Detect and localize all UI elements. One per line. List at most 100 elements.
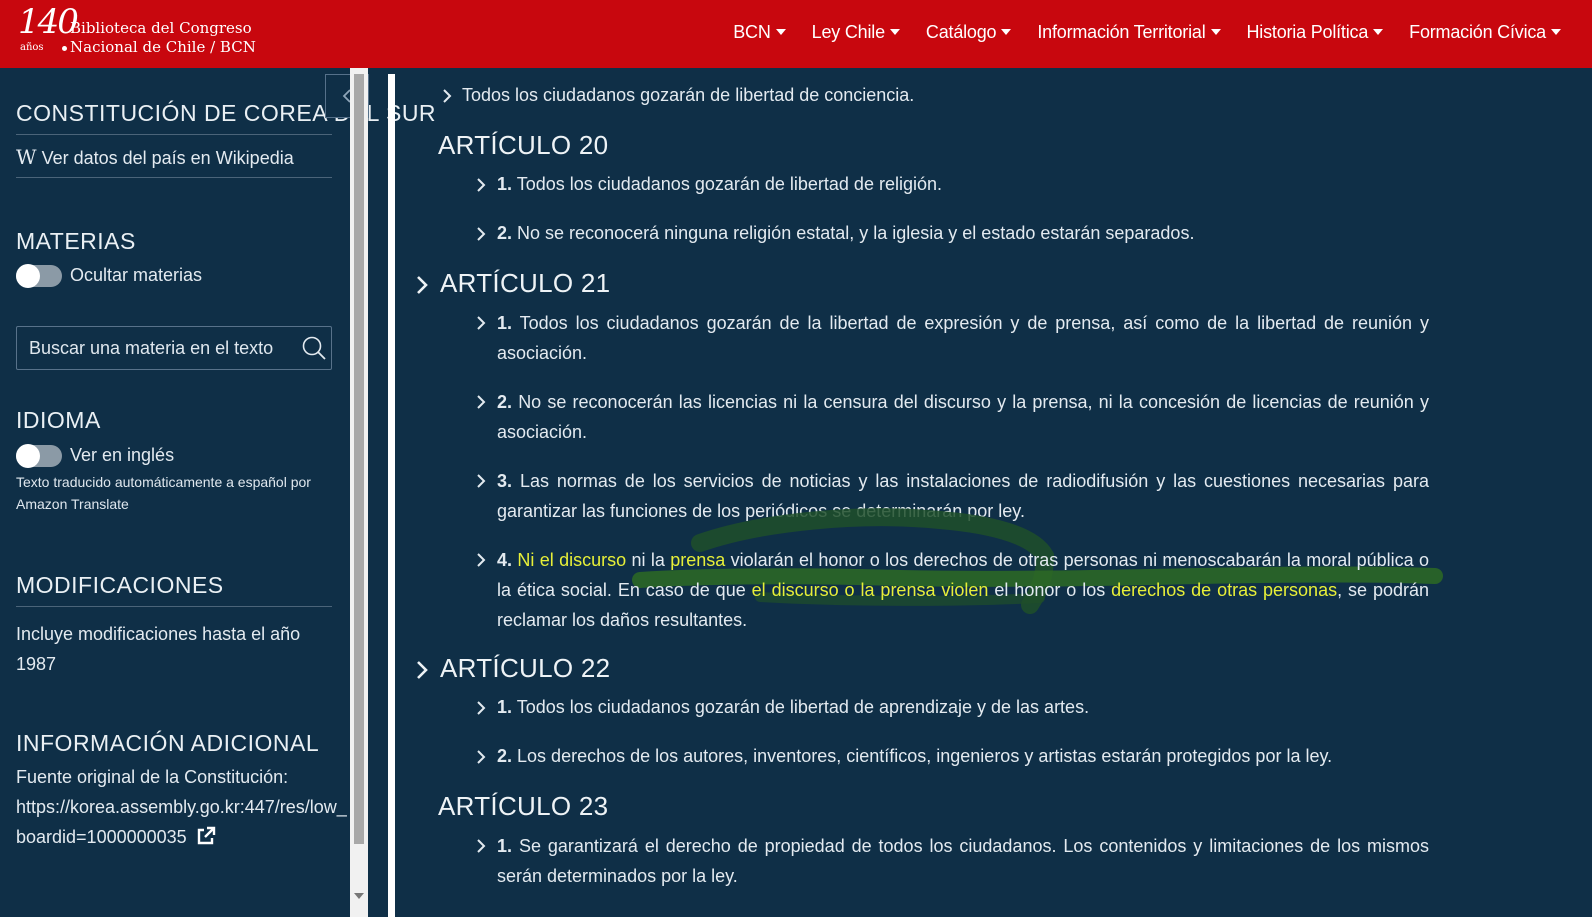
chevron-right-icon[interactable] (474, 553, 488, 567)
article-23-title: ARTÍCULO 23 (438, 791, 609, 821)
highlighted-text: derechos de otras personas (1111, 580, 1338, 600)
item-text: Todos los ciudadanos gozarán de libertad… (516, 697, 1090, 717)
item-text: Los derechos de los autores, inventores,… (517, 746, 1333, 766)
wikipedia-link[interactable]: W Ver datos del país en Wikipedia (16, 145, 294, 169)
article-21-item-1: 1. Todos los ciudadanos gozarán de la li… (497, 308, 1429, 368)
article-20-title: ARTÍCULO 20 (438, 130, 609, 160)
info-source-url[interactable]: https://korea.assembly.go.kr:447/res/low… (16, 797, 348, 818)
article-21-item-2: 2. No se reconocerán las licencias ni la… (497, 387, 1429, 447)
article-21-title[interactable]: ARTÍCULO 21 (440, 268, 610, 299)
nav-formacion-civica[interactable]: Formación Cívica (1396, 22, 1574, 43)
item-text: No se reconocerá ninguna religión estata… (517, 223, 1195, 243)
modificaciones-year: 1987 (16, 654, 57, 674)
scroll-down-arrow-icon[interactable] (354, 893, 364, 899)
chevron-right-icon[interactable] (474, 701, 488, 715)
logo-number: 140 (18, 2, 79, 42)
item-text: el honor o los (988, 580, 1112, 600)
item-text: Se garantizará el derecho de propiedad d… (497, 836, 1429, 886)
item-number: 2. (497, 392, 513, 412)
caret-down-icon (1373, 29, 1384, 35)
article-21-item-4: 4. Ni el discurso ni la prensa violarán … (497, 545, 1429, 635)
nav-label: BCN (733, 21, 771, 42)
chevron-right-icon[interactable] (474, 227, 488, 241)
nav-label: Catálogo (925, 21, 997, 42)
item-number: 1. (497, 836, 513, 856)
logo-line-1: Biblioteca del Congreso (70, 19, 252, 37)
item-text: ni la (626, 550, 671, 570)
highlighted-text: el discurso o la prensa violen (751, 580, 989, 600)
sidebar (0, 68, 350, 917)
chevron-right-icon[interactable] (414, 275, 430, 295)
external-link-icon (197, 826, 215, 845)
idioma-toggle-label: Ver en inglés (70, 445, 175, 465)
scrollbar-thumb[interactable] (354, 74, 364, 844)
divider (16, 606, 332, 607)
search-icon[interactable] (301, 335, 327, 361)
nav-label: Información Territorial (1037, 21, 1206, 42)
materia-search-input[interactable] (17, 327, 287, 369)
item-number: 1. (497, 697, 513, 717)
info-source-label: Fuente original de la Constitución: (16, 767, 289, 787)
sidebar-scrollbar[interactable] (350, 68, 368, 917)
article-20-item-2: 2. No se reconocerá ninguna religión est… (497, 218, 1194, 248)
item-text: No se reconocerán las licencias ni la ce… (497, 392, 1429, 442)
nav-label: Ley Chile (811, 21, 885, 42)
idioma-toggle[interactable] (16, 444, 62, 468)
chevron-right-icon[interactable] (414, 660, 430, 680)
chevron-right-icon[interactable] (474, 839, 488, 853)
chevron-right-icon[interactable] (474, 316, 488, 330)
nav-informacion-territorial[interactable]: Información Territorial (1024, 22, 1233, 43)
caret-down-icon (1001, 29, 1012, 35)
bcn-logo[interactable]: 140 años Biblioteca del Congreso Naciona… (12, 2, 256, 62)
materias-toggle[interactable] (16, 264, 62, 288)
caret-down-icon (1551, 29, 1561, 35)
chevron-right-icon[interactable] (474, 474, 488, 488)
modificaciones-heading: MODIFICACIONES (16, 572, 224, 598)
modificaciones-text: Incluye modificaciones hasta el año (16, 624, 301, 644)
nav-historia-politica[interactable]: Historia Política (1234, 22, 1397, 43)
materias-heading: MATERIAS (16, 228, 136, 254)
nav-catalogo[interactable]: Catálogo (913, 22, 1024, 43)
info-source-url-2[interactable]: boardid=1000000035 (16, 826, 216, 848)
caret-down-icon (1210, 29, 1221, 35)
highlighted-text: Ni el discurso (517, 550, 627, 570)
chevron-right-icon[interactable] (474, 178, 488, 192)
item-number: 2. (497, 746, 513, 766)
item-number: 4. (497, 550, 513, 570)
divider (16, 177, 332, 178)
item-number: 1. (497, 174, 513, 194)
materias-toggle-label: Ocultar materias (70, 265, 203, 285)
item-number: 2. (497, 223, 513, 243)
article-22-item-2: 2. Los derechos de los autores, inventor… (497, 741, 1332, 771)
chevron-right-icon[interactable] (474, 750, 488, 764)
top-navbar: 140 años Biblioteca del Congreso Naciona… (0, 0, 1592, 68)
translate-note: Texto traducido automáticamente a españo… (16, 474, 311, 490)
item-text: Todos los ciudadanos gozarán de la liber… (497, 313, 1429, 363)
content-border (388, 74, 395, 917)
item-text: Las normas de los servicios de noticias … (497, 471, 1429, 521)
caret-down-icon (889, 29, 900, 35)
chevron-right-icon (443, 89, 452, 103)
constitution-title: CONSTITUCIÓN DE COREA DEL SUR (16, 100, 437, 126)
chevron-right-icon[interactable] (474, 395, 488, 409)
wikipedia-icon: W (16, 145, 37, 169)
logo-dot (62, 46, 67, 51)
info-heading: INFORMACIÓN ADICIONAL (16, 730, 320, 756)
nav-label: Formación Cívica (1409, 21, 1546, 42)
nav-ley-chile[interactable]: Ley Chile (799, 22, 913, 43)
article-23-item-1: 1. Se garantizará el derecho de propieda… (497, 831, 1429, 891)
wikipedia-link-label: Ver datos del país en Wikipedia (41, 148, 294, 168)
info-url-text: boardid=1000000035 (16, 827, 187, 847)
highlighted-text: prensa (670, 550, 726, 570)
main-nav: BCN Ley Chile Catálogo Información Terri… (720, 0, 1574, 64)
translate-provider: Amazon Translate (16, 496, 129, 512)
article-item: Todos los ciudadanos gozarán de libertad… (462, 85, 915, 105)
nav-label: Historia Política (1246, 21, 1369, 42)
nav-bcn[interactable]: BCN (720, 22, 798, 43)
item-text: Todos los ciudadanos gozarán de libertad… (516, 174, 942, 194)
article-22-item-1: 1. Todos los ciudadanos gozarán de liber… (497, 692, 1089, 722)
materia-search-box (16, 326, 332, 370)
article-20-item-1: 1. Todos los ciudadanos gozarán de liber… (497, 169, 942, 199)
article-21-item-3: 3. Las normas de los servicios de notici… (497, 466, 1429, 526)
article-22-title[interactable]: ARTÍCULO 22 (440, 653, 610, 684)
